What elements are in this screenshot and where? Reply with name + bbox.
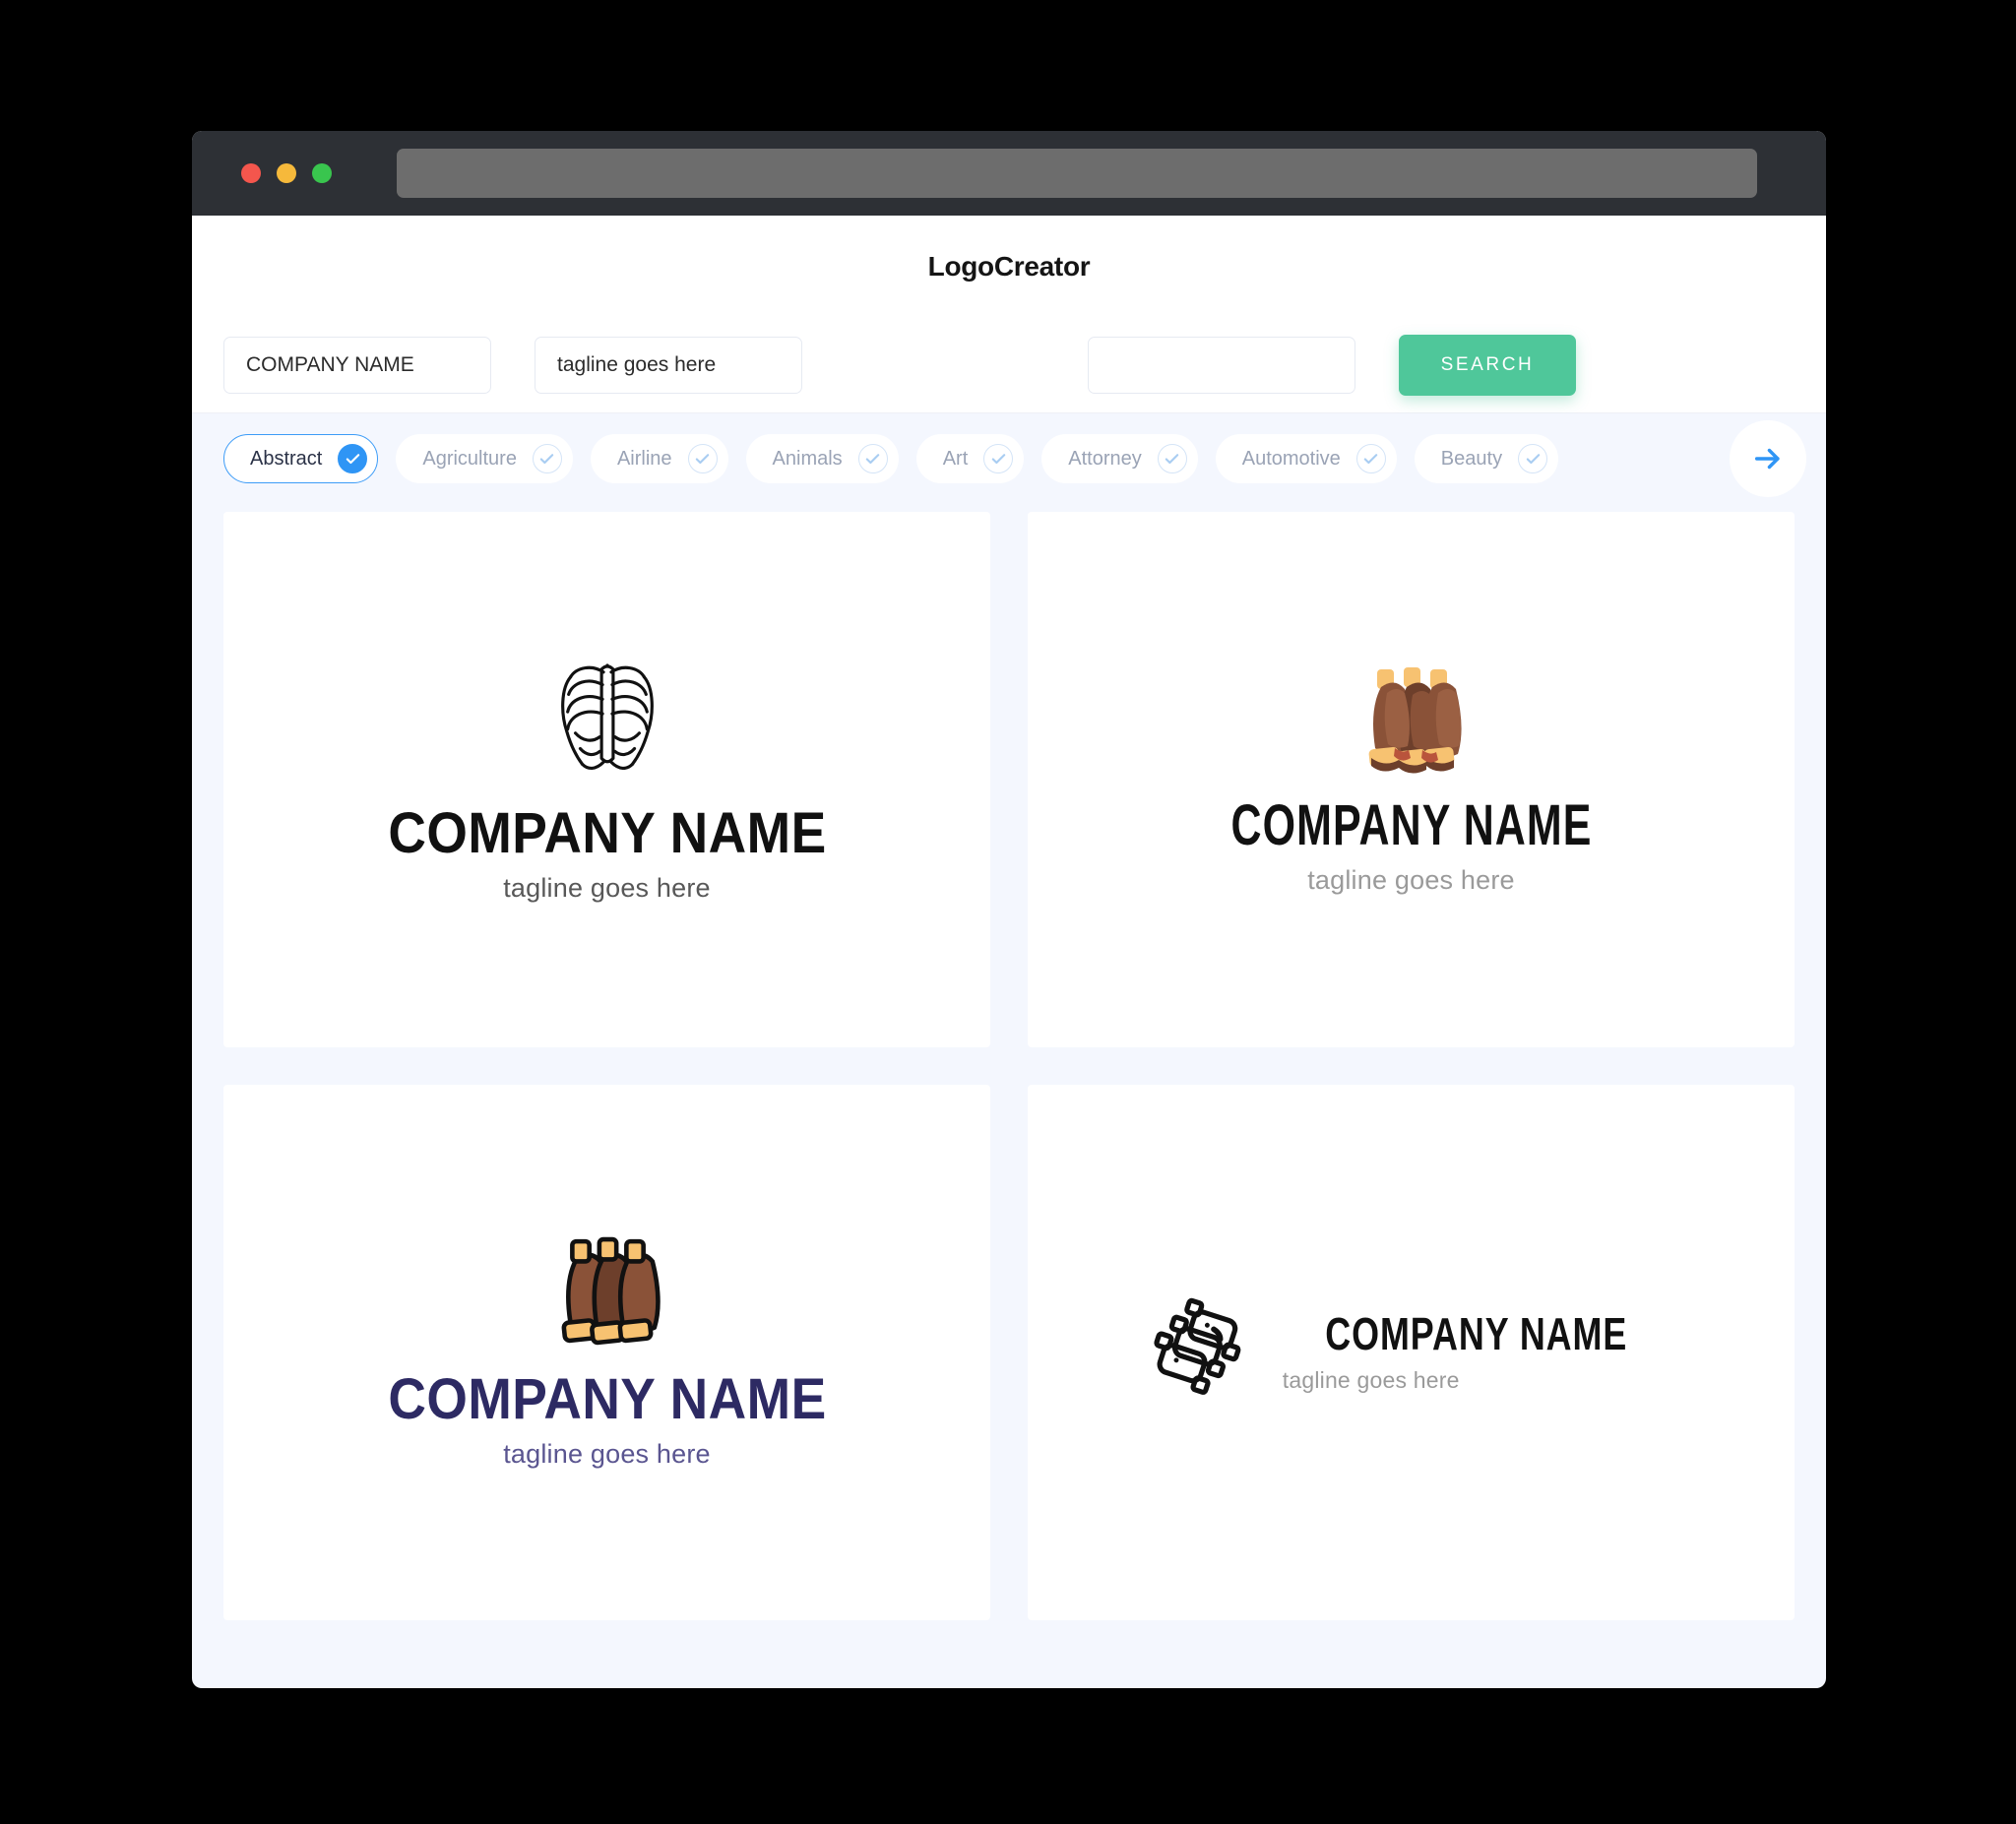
logo-company-name: COMPANY NAME [387,1367,827,1432]
logo-tagline: tagline goes here [503,872,711,903]
category-chip-abstract[interactable]: Abstract [223,434,379,483]
bbq-ribs-outlined-icon [552,1235,662,1352]
category-chip-label: Animals [772,447,843,470]
logo-card[interactable]: COMPANY NAME tagline goes here [223,512,990,1047]
check-icon [1157,444,1187,473]
address-bar[interactable] [397,149,1757,198]
search-toolbar: SEARCH [192,318,1826,413]
category-chip-beauty[interactable]: Beauty [1414,434,1559,483]
bbq-ribs-flat-icon [1357,663,1466,779]
check-icon [687,444,718,473]
category-chip-art[interactable]: Art [915,434,1025,483]
arrow-right-icon [1754,448,1780,470]
check-icon [532,444,562,473]
logo-card[interactable]: COMPANY NAME tagline goes here [1028,512,1795,1047]
check-icon [338,444,368,473]
category-chip-animals[interactable]: Animals [745,434,899,483]
category-chip-label: Abstract [250,447,323,470]
logo-company-name: COMPANY NAME [387,801,827,866]
check-icon [857,444,888,473]
category-chip-agriculture[interactable]: Agriculture [396,434,573,483]
category-chip-automotive[interactable]: Automotive [1215,434,1397,483]
check-icon [1355,444,1386,473]
categories-next-button[interactable] [1730,420,1806,497]
browser-titlebar [192,131,1826,216]
category-chip-attorney[interactable]: Attorney [1041,434,1198,483]
category-chip-label: Agriculture [422,447,517,470]
window-controls [241,163,332,183]
category-chip-label: Beauty [1440,447,1503,470]
check-icon [983,444,1014,473]
logo-company-name: COMPANY NAME [1325,1308,1627,1360]
search-button[interactable]: SEARCH [1399,335,1576,396]
minimize-window-button[interactable] [277,163,296,183]
category-chip-label: Automotive [1241,447,1341,470]
category-chip-label: Attorney [1068,447,1142,470]
category-filter-bar: Abstract Agriculture Airline Animals Art Atto… [192,413,1826,504]
browser-window: LogoCreator SEARCH Abstract Agriculture Ai… [192,131,1826,1688]
app-header: LogoCreator [192,216,1826,318]
logo-tagline: tagline goes here [1307,864,1515,895]
logo-company-name: COMPANY NAME [1229,793,1593,858]
logo-tagline: tagline goes here [503,1438,711,1469]
ribs-line-icon [1153,1297,1255,1407]
check-icon [1518,444,1548,473]
logo-card[interactable]: COMPANY NAME tagline goes here [223,1085,990,1620]
category-chip-label: Art [942,447,969,470]
maximize-window-button[interactable] [312,163,332,183]
category-chip-label: Airline [616,447,672,470]
category-chip-airline[interactable]: Airline [590,434,728,483]
ribcage-outline-icon [549,656,665,786]
company-name-input[interactable] [223,337,491,394]
close-window-button[interactable] [241,163,261,183]
logo-results-grid: COMPANY NAME tagline goes here COMPANY N… [192,504,1826,1660]
keyword-input[interactable] [1088,337,1355,394]
app-title: LogoCreator [927,251,1091,282]
tagline-input[interactable] [535,337,802,394]
logo-tagline: tagline goes here [1282,1366,1460,1393]
logo-card[interactable]: COMPANY NAME tagline goes here [1028,1085,1795,1620]
